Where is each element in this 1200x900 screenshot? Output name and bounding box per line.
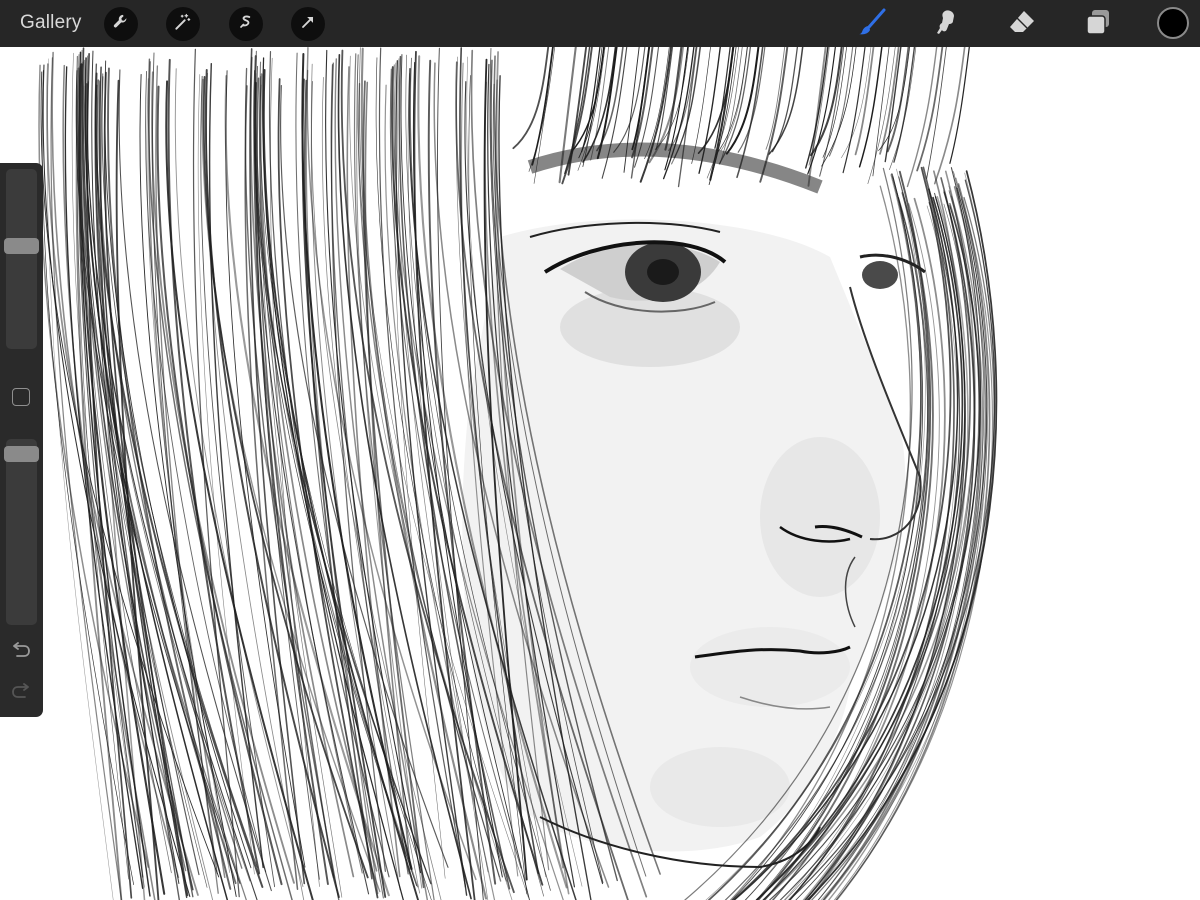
brush-size-slider[interactable] [4, 169, 39, 349]
bangs-stroke [531, 47, 554, 166]
hair-stroke [104, 60, 252, 869]
opacity-slider-thumb[interactable] [4, 445, 39, 462]
left-sidebar [0, 163, 43, 717]
eraser-icon [1007, 7, 1037, 42]
transform-arrow-icon [298, 12, 318, 37]
opacity-slider[interactable] [4, 439, 39, 625]
drawing-canvas[interactable] [0, 47, 1200, 900]
bangs-stroke [949, 47, 970, 164]
brush-size-slider-thumb[interactable] [4, 237, 39, 254]
smudge-tool-button[interactable] [929, 7, 963, 41]
bangs-stroke [512, 47, 550, 150]
bangs-stroke [677, 47, 698, 188]
layers-icon [1083, 7, 1113, 42]
bangs-stroke [644, 47, 670, 160]
undo-icon [11, 641, 31, 665]
brush-tool-button[interactable] [855, 7, 889, 41]
bangs-stroke [805, 47, 829, 169]
gallery-button[interactable]: Gallery [20, 12, 82, 34]
selection-icon [236, 12, 256, 37]
layers-button[interactable] [1081, 7, 1115, 41]
bangs-stroke [613, 47, 646, 153]
bangs-stroke [630, 47, 650, 179]
hair-stroke [301, 78, 387, 898]
selection-button[interactable] [229, 7, 263, 41]
modify-button[interactable] [12, 388, 30, 406]
bangs-stroke [916, 47, 944, 172]
undo-button[interactable] [9, 641, 33, 665]
magic-wand-icon [173, 12, 193, 37]
color-picker-button[interactable] [1157, 7, 1189, 39]
wrench-icon [111, 12, 131, 37]
eraser-tool-button[interactable] [1005, 7, 1039, 41]
adjustments-button[interactable] [166, 7, 200, 41]
redo-icon [11, 682, 31, 706]
redo-button[interactable] [9, 682, 33, 706]
actions-button[interactable] [104, 7, 138, 41]
bangs-stroke [842, 47, 866, 174]
transform-button[interactable] [291, 7, 325, 41]
top-toolbar: Gallery [0, 0, 1200, 47]
brush-icon [857, 7, 887, 42]
pencil-portrait-artwork [38, 47, 998, 900]
smudge-icon [931, 7, 961, 42]
